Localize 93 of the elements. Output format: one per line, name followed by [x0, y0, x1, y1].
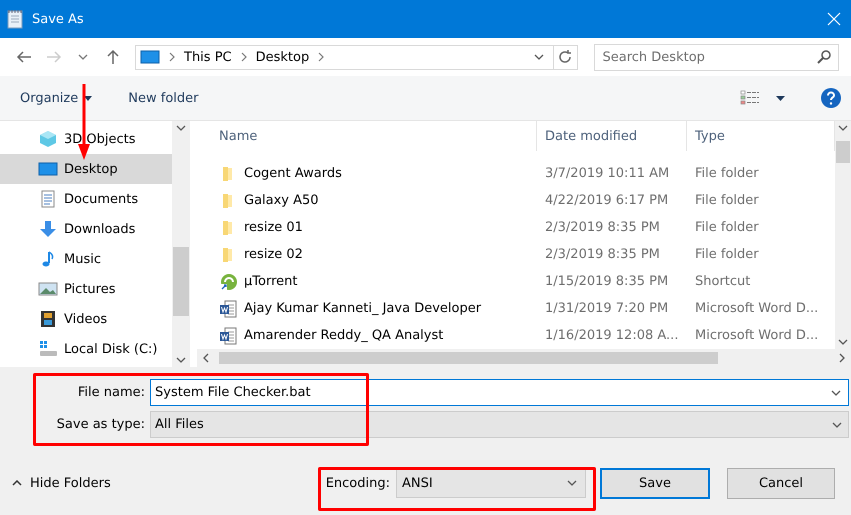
- field-label: File name:: [76, 385, 146, 400]
- type-cell-text: File folder: [694, 247, 760, 262]
- file-row[interactable]: µTorrent 1/15/2019 8:35 PM Shortcut: [197, 268, 835, 295]
- date-cell-text: 2/3/2019 8:35 PM: [544, 220, 661, 235]
- file-name: Cogent Awards: [244, 166, 342, 181]
- encoding-dropdown[interactable]: ANSI: [396, 468, 586, 498]
- download-arrow-icon: [38, 220, 58, 238]
- encoding-label: Encoding:: [326, 476, 390, 490]
- date-cell-text: 2/3/2019 8:35 PM: [544, 247, 661, 262]
- search-icon: [816, 50, 831, 64]
- window-title: Save As: [32, 12, 85, 26]
- file-list-scrollbar[interactable]: [835, 121, 851, 349]
- chevron-down-icon[interactable]: [831, 390, 841, 396]
- chevron-down-icon[interactable]: [567, 480, 577, 486]
- file-row[interactable]: resize 02 2/3/2019 8:35 PM File folder: [197, 241, 835, 268]
- file-name-field[interactable]: System File Checker.bat: [150, 379, 849, 406]
- word-document-icon: [219, 300, 237, 318]
- history-dropdown-icon[interactable]: [534, 54, 544, 60]
- save-button[interactable]: Save: [600, 468, 710, 498]
- horizontal-scrollbar[interactable]: [197, 349, 851, 367]
- shortcut-icon: [219, 272, 237, 290]
- date-cell-text: 1/16/2019 12:08 A...: [544, 328, 680, 343]
- type-cell-text: Microsoft Word D...: [694, 328, 820, 343]
- file-name: resize 01: [244, 220, 303, 235]
- sidebar-item[interactable]: Local Disk (C:): [0, 334, 172, 364]
- column-header[interactable]: Date modified: [537, 121, 687, 151]
- type-cell-text: File folder: [694, 193, 760, 208]
- caret-up-icon: [12, 480, 22, 486]
- type-cell-text: Microsoft Word D...: [694, 301, 820, 316]
- file-name: Amarender Reddy_ QA Analyst: [244, 328, 444, 343]
- cube-icon: [38, 130, 58, 148]
- type-cell-text: Shortcut: [694, 274, 752, 289]
- close-icon[interactable]: [827, 12, 841, 26]
- sidebar-item[interactable]: Music: [0, 244, 172, 274]
- scroll-thumb[interactable]: [219, 352, 718, 364]
- refresh-icon[interactable]: [557, 49, 573, 65]
- date-cell-text: 4/22/2019 6:17 PM: [544, 193, 670, 208]
- type-cell-text: File folder: [694, 220, 760, 235]
- organize-menu[interactable]: Organize: [20, 90, 92, 106]
- monitor-icon: [140, 50, 160, 64]
- new-folder-button[interactable]: New folder: [128, 90, 198, 106]
- file-row[interactable]: Cogent Awards 3/7/2019 10:11 AM File folder: [197, 160, 835, 187]
- chevron-right-icon: [169, 52, 175, 62]
- scroll-thumb[interactable]: [173, 247, 189, 316]
- sidebar-item[interactable]: Desktop: [0, 154, 172, 184]
- drive-icon: [38, 340, 58, 358]
- sidebar-item[interactable]: 3D Objects: [0, 124, 172, 154]
- word-document-icon: [219, 326, 237, 344]
- date-cell-text: 1/31/2019 7:20 PM: [544, 301, 670, 316]
- monitor-icon: [38, 160, 58, 178]
- scroll-thumb[interactable]: [836, 141, 850, 163]
- notepad-icon: [6, 9, 24, 29]
- file-row[interactable]: Galaxy A50 4/22/2019 6:17 PM File folder: [197, 187, 835, 214]
- type-cell-text: File folder: [694, 166, 760, 181]
- chevron-down-icon[interactable]: [78, 54, 88, 60]
- breadcrumb[interactable]: Desktop: [256, 50, 310, 64]
- scroll-left-icon[interactable]: [203, 353, 209, 363]
- file-row[interactable]: Ajay Kumar Kanneti_ Java Developer 1/31/2019 7:20 PM Microsoft Word D...: [197, 295, 835, 322]
- date-cell-text: 3/7/2019 10:11 AM: [544, 166, 670, 181]
- file-name: Galaxy A50: [244, 193, 319, 208]
- scroll-down-icon[interactable]: [176, 357, 186, 363]
- sidebar-item[interactable]: Documents: [0, 184, 172, 214]
- sidebar-scrollbar[interactable]: [172, 121, 190, 367]
- hide-folders-button[interactable]: Hide Folders: [12, 476, 111, 490]
- chevron-right-icon: [240, 52, 247, 62]
- cancel-button[interactable]: Cancel: [727, 468, 835, 498]
- address-bar[interactable]: This PC Desktop: [135, 44, 578, 70]
- file-row[interactable]: Amarender Reddy_ QA Analyst 1/16/2019 12:08 A... Microsoft Word D...: [197, 322, 835, 349]
- back-arrow-icon[interactable]: [16, 51, 32, 63]
- sidebar-item[interactable]: Videos: [0, 304, 172, 334]
- chevron-right-icon: [318, 52, 324, 62]
- help-icon[interactable]: [821, 88, 841, 108]
- date-cell-text: 1/15/2019 8:35 PM: [544, 274, 670, 289]
- file-name: µTorrent: [244, 274, 298, 289]
- breadcrumb[interactable]: This PC: [184, 50, 232, 64]
- file-name: Ajay Kumar Kanneti_ Java Developer: [244, 301, 482, 316]
- file-row[interactable]: resize 01 2/3/2019 8:35 PM File folder: [197, 214, 835, 241]
- column-header[interactable]: Name: [197, 121, 537, 151]
- scroll-down-icon[interactable]: [838, 339, 848, 345]
- sidebar-item[interactable]: Downloads: [0, 214, 172, 244]
- film-strip-icon: [38, 310, 58, 328]
- scroll-right-icon[interactable]: [839, 353, 845, 363]
- file-name: resize 02: [244, 247, 303, 262]
- search-field[interactable]: Search Desktop: [594, 44, 839, 70]
- field-label: Save as type:: [56, 417, 146, 432]
- chevron-down-icon[interactable]: [832, 422, 842, 428]
- view-dropdown-icon[interactable]: [776, 96, 785, 100]
- landscape-icon: [38, 280, 58, 298]
- file-type-dropdown[interactable]: All Files: [150, 411, 849, 438]
- up-arrow-icon[interactable]: [107, 49, 120, 65]
- sidebar-item[interactable]: Pictures: [0, 274, 172, 304]
- caret-icon: [84, 96, 92, 100]
- view-list-icon[interactable]: [740, 90, 760, 106]
